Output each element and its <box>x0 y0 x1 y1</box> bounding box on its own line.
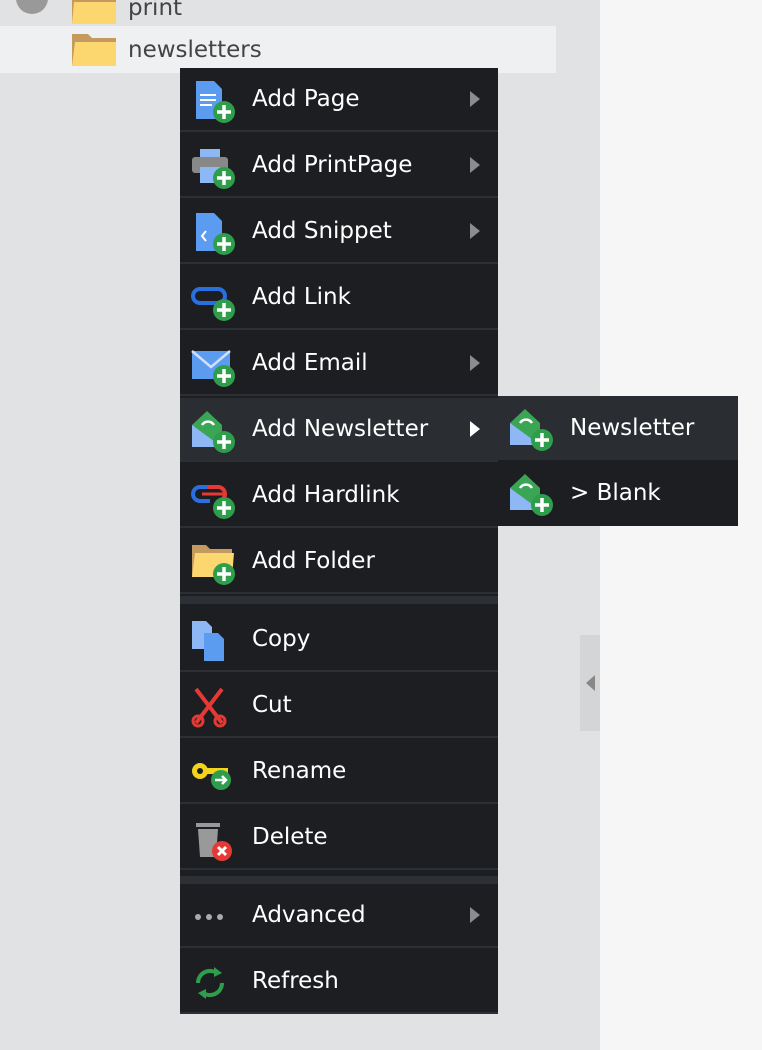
scissors-icon <box>191 687 227 728</box>
menu-item-add-hardlink[interactable]: Add Hardlink <box>180 464 498 528</box>
panel-collapse-handle[interactable] <box>580 635 600 731</box>
tree-item-newsletters[interactable]: newsletters <box>0 26 556 73</box>
refresh-icon <box>195 967 225 999</box>
menu-item-label: Add Page <box>252 86 360 112</box>
email-add-icon <box>191 350 235 387</box>
submenu-arrow-icon <box>470 91 480 107</box>
group-separator <box>180 596 498 604</box>
newsletter-add-icon <box>510 474 553 516</box>
copy-icon <box>192 621 224 661</box>
menu-item-label: Add Folder <box>252 548 375 574</box>
menu-item-add-folder[interactable]: Add Folder <box>180 530 498 594</box>
newsletter-add-icon <box>192 411 235 453</box>
menu-item-label: Delete <box>252 824 328 850</box>
more-dots-icon <box>195 914 223 920</box>
menu-item-label: Add Snippet <box>252 218 392 244</box>
snippet-add-icon <box>196 213 235 255</box>
submenu-arrow-icon <box>470 421 480 437</box>
expand-icon[interactable] <box>16 0 48 14</box>
menu-item-refresh[interactable]: Refresh <box>180 950 498 1014</box>
submenu-item-label: Newsletter <box>570 415 695 441</box>
menu-item-label: Add Link <box>252 284 351 310</box>
submenu-arrow-icon <box>470 907 480 923</box>
menu-item-copy[interactable]: Copy <box>180 608 498 672</box>
submenu-item-blank[interactable]: > Blank <box>498 461 738 525</box>
menu-item-delete[interactable]: Delete <box>180 806 498 870</box>
link-add-icon <box>191 287 235 321</box>
menu-item-label: Add Hardlink <box>252 482 400 508</box>
menu-item-label: Advanced <box>252 902 366 928</box>
tree-item-label: print <box>128 0 183 21</box>
caret-left-icon <box>585 675 595 691</box>
menu-item-label: Add Email <box>252 350 368 376</box>
menu-item-label: Copy <box>252 626 311 652</box>
menu-item-label: Refresh <box>252 968 339 994</box>
menu-item-add-email[interactable]: Add Email <box>180 332 498 396</box>
submenu-item-label: > Blank <box>570 480 661 506</box>
page-add-icon <box>196 81 235 123</box>
menu-item-add-page[interactable]: Add Page <box>180 68 498 132</box>
submenu-arrow-icon <box>470 157 480 173</box>
printer-add-icon <box>192 149 235 189</box>
menu-item-label: Rename <box>252 758 347 784</box>
menu-item-add-link[interactable]: Add Link <box>180 266 498 330</box>
menu-item-advanced[interactable]: Advanced <box>180 884 498 948</box>
key-rename-icon <box>192 763 231 790</box>
menu-item-label: Cut <box>252 692 292 718</box>
menu-item-add-printpage[interactable]: Add PrintPage <box>180 134 498 198</box>
menu-item-rename[interactable]: Rename <box>180 740 498 804</box>
menu-item-label: Add PrintPage <box>252 152 413 178</box>
group-separator <box>180 876 498 884</box>
tree-item-label: newsletters <box>128 36 262 63</box>
folder-add-icon <box>192 545 235 585</box>
newsletter-submenu: Newsletter > Blank <box>498 396 738 526</box>
hardlink-add-icon <box>191 485 235 519</box>
menu-item-label: Add Newsletter <box>252 416 429 442</box>
trash-delete-icon <box>196 823 232 861</box>
submenu-item-newsletter[interactable]: Newsletter <box>498 396 738 460</box>
newsletter-add-icon <box>510 409 553 451</box>
folder-icon <box>72 34 116 66</box>
folder-icon <box>72 0 116 24</box>
menu-item-cut[interactable]: Cut <box>180 674 498 738</box>
context-menu: Add Page Add PrintPage Add Snippet Add Link… <box>180 68 498 1014</box>
menu-item-add-snippet[interactable]: Add Snippet <box>180 200 498 264</box>
submenu-arrow-icon <box>470 223 480 239</box>
submenu-arrow-icon <box>470 355 480 371</box>
menu-item-add-newsletter[interactable]: Add Newsletter <box>180 398 498 462</box>
